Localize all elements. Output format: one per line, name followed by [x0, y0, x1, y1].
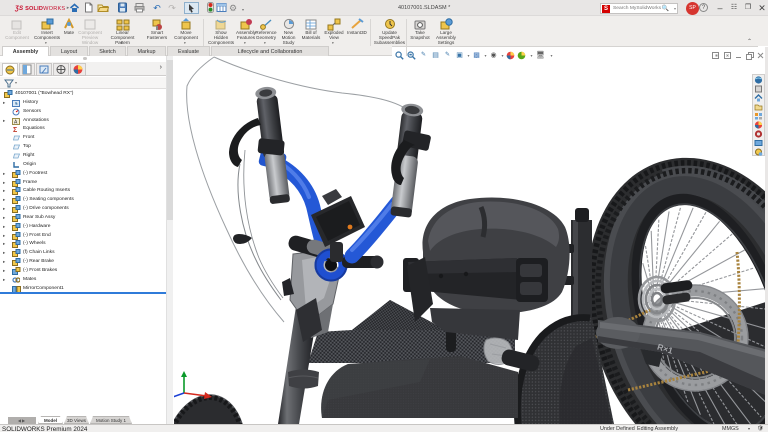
svg-text:Σ: Σ — [13, 127, 17, 133]
